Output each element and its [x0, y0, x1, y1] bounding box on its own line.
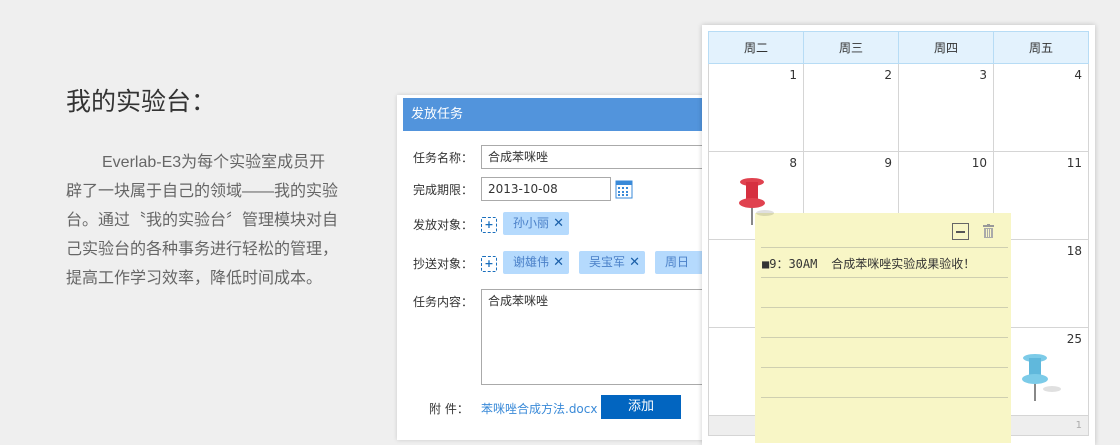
remove-icon[interactable]: ✕	[629, 251, 640, 274]
weekday-header: 周二	[708, 31, 804, 64]
remove-icon[interactable]: ✕	[553, 251, 564, 274]
weekday-header: 周五	[993, 31, 1089, 64]
form-title: 发放任务	[403, 98, 717, 131]
trash-icon[interactable]	[983, 224, 994, 238]
task-name-input[interactable]: 合成苯咪唑	[481, 145, 721, 169]
blue-pushpin-icon	[1022, 354, 1061, 401]
add-cc-icon[interactable]: +	[481, 256, 497, 272]
assignee-tag: 孙小丽 ✕	[503, 212, 569, 235]
weekday-header: 周三	[803, 31, 899, 64]
task-form: 发放任务 任务名称： 合成苯咪唑 完成期限： 2013-10-08 发放对象： …	[397, 95, 721, 440]
task-name-label: 任务名称：	[413, 151, 474, 165]
page-title: 我的实验台：	[66, 87, 217, 116]
add-button[interactable]: 添加	[601, 395, 681, 419]
note-text: 合成苯咪唑实验成果验收！	[831, 257, 976, 271]
deadline-label: 完成期限：	[413, 183, 474, 197]
red-pushpin-icon	[739, 178, 774, 225]
day-cell[interactable]: 3	[898, 63, 994, 152]
content-textarea[interactable]: 合成苯咪唑	[481, 289, 721, 385]
day-cell[interactable]: 2	[803, 63, 899, 152]
cc-tag: 谢雄伟 ✕	[503, 251, 569, 274]
add-assignee-icon[interactable]: +	[481, 217, 497, 233]
minimize-icon[interactable]	[952, 223, 969, 240]
content-label: 任务内容：	[413, 295, 474, 309]
cc-label: 抄送对象：	[413, 257, 474, 271]
sticky-note: ■9：30AM 合成苯咪唑实验成果验收！	[755, 213, 1011, 443]
weekday-header: 周四	[898, 31, 994, 64]
intro-paragraph: Everlab-E3为每个实验室成员开辟了一块属于自己的领域——我的实验台。通过…	[66, 154, 339, 287]
cc-tag: 吴宝军 ✕	[579, 251, 645, 274]
calendar-icon[interactable]	[615, 179, 633, 199]
attachment-link[interactable]: 苯咪唑合成方法.docx	[481, 400, 597, 417]
day-cell[interactable]: 1	[708, 63, 804, 152]
deadline-input[interactable]: 2013-10-08	[481, 177, 611, 201]
remove-icon[interactable]: ✕	[553, 212, 564, 235]
note-time: ■9：30AM	[762, 257, 818, 271]
day-cell[interactable]: 4	[993, 63, 1089, 152]
assignee-label: 发放对象：	[413, 218, 474, 232]
